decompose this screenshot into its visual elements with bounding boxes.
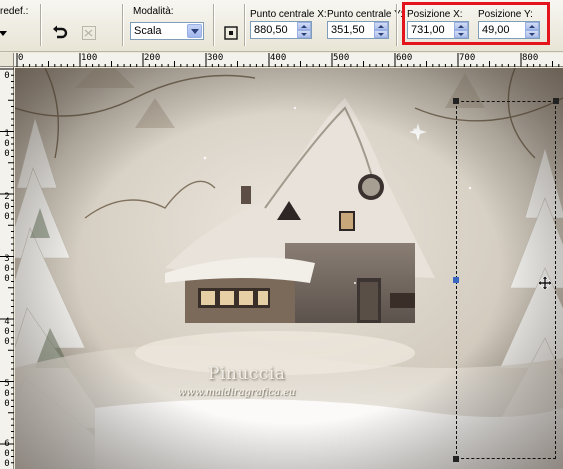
preset-label: redef.: — [0, 6, 29, 17]
chevron-down-icon[interactable] — [297, 30, 311, 38]
ruler-tick-label: 0 — [18, 53, 24, 63]
selection-handle[interactable] — [553, 98, 559, 104]
chevron-up-icon[interactable] — [374, 22, 388, 30]
selection-handle[interactable] — [453, 456, 459, 462]
ruler-tick-label: 100 — [81, 53, 98, 63]
move-cursor-icon — [538, 276, 552, 290]
separator — [244, 4, 246, 46]
ruler-tick-label: 200 — [2, 192, 12, 222]
center-y-field[interactable]: 351,50 — [327, 21, 389, 39]
separator — [213, 4, 215, 46]
tool-options-toolbar: redef.: Modalità: Scala Punto centrale X… — [0, 0, 563, 52]
position-highlight-box — [402, 2, 550, 45]
selection-handle[interactable] — [453, 98, 459, 104]
ruler-tick-label: 600 — [396, 53, 413, 63]
mode-select-value: Scala — [134, 25, 162, 37]
ruler-tick-label: 500 — [2, 379, 12, 409]
preset-dropdown-arrow[interactable] — [0, 22, 14, 44]
center-x-spinner[interactable] — [297, 22, 311, 38]
chevron-down-icon[interactable] — [374, 30, 388, 38]
chevron-down-icon — [0, 30, 7, 36]
center-y-spinner[interactable] — [374, 22, 388, 38]
ruler-tick-label: 100 — [2, 129, 12, 159]
reset-button[interactable] — [78, 22, 100, 44]
center-icon — [224, 26, 238, 40]
watermark-name: Pinuccia — [208, 364, 286, 384]
ruler-tick-label: 200 — [144, 53, 161, 63]
chevron-up-icon[interactable] — [297, 22, 311, 30]
ruler-corner — [0, 53, 14, 67]
watermark-url: www.maidiragrafica.eu — [178, 387, 296, 398]
center-y-label: Punto centrale Y: — [327, 9, 403, 20]
center-x-value: 880,50 — [254, 24, 288, 36]
mode-select[interactable]: Scala — [130, 22, 204, 40]
separator — [40, 4, 42, 46]
center-button[interactable] — [220, 22, 242, 44]
ruler-tick-label: 600 — [2, 439, 12, 469]
reset-icon — [82, 26, 96, 40]
undo-icon — [53, 25, 68, 39]
undo-button[interactable] — [49, 22, 71, 44]
horizontal-ruler[interactable]: 0 100 200 300 400 500 600 700 800 — [14, 53, 563, 67]
separator — [396, 4, 398, 46]
mode-label: Modalità: — [133, 6, 174, 17]
separator — [122, 4, 124, 46]
vertical-ruler[interactable]: 0 100 200 300 400 500 600 — [0, 67, 14, 469]
ruler-tick-label: 300 — [207, 53, 224, 63]
image-canvas[interactable]: Pinuccia www.maidiragrafica.eu — [15, 68, 563, 469]
ruler-tick-label: 400 — [270, 53, 287, 63]
ruler-tick-label: 300 — [2, 254, 12, 284]
ruler-tick-label: 700 — [459, 53, 476, 63]
center-y-value: 351,50 — [331, 24, 365, 36]
selection-handle[interactable] — [453, 277, 459, 283]
ruler-tick-label: 400 — [2, 317, 12, 347]
center-x-field[interactable]: 880,50 — [250, 21, 312, 39]
center-x-label: Punto centrale X: — [250, 9, 327, 20]
ruler-tick-label: 0 — [2, 71, 12, 81]
ruler-tick-label: 500 — [333, 53, 350, 63]
ruler-tick-label: 800 — [522, 53, 539, 63]
chevron-down-icon[interactable] — [187, 24, 202, 38]
